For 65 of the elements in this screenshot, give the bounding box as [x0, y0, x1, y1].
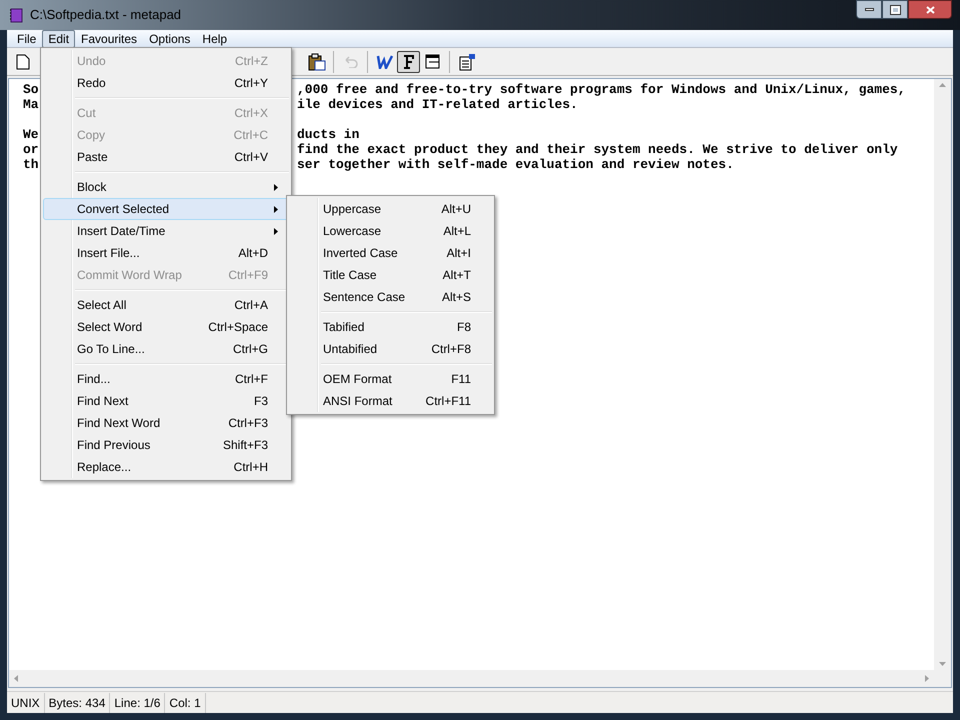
text-line: ,000 free and free-to-try software programs for Windows and Unix/Linux, games, — [297, 82, 906, 97]
notepad-icon — [8, 7, 24, 23]
scroll-up-icon — [939, 83, 946, 87]
menu-item[interactable]: Redo Ctrl+Y — [43, 72, 289, 94]
menu-item[interactable]: Replace... Ctrl+H — [43, 456, 289, 478]
text-line: ser together with self-made evaluation and review notes. — [297, 157, 734, 172]
toolbar-button[interactable] — [397, 50, 420, 72]
menu-item[interactable]: Insert File... Alt+D — [43, 242, 289, 264]
text-line: ile devices and IT-related articles. — [297, 97, 578, 112]
undo-arrow-icon — [342, 56, 358, 68]
clipboard-icon — [308, 52, 326, 70]
menu-item[interactable]: Inverted Case Alt+I — [289, 242, 492, 264]
submenu-arrow-icon — [274, 184, 278, 190]
menu-bar-item[interactable]: Edit — [42, 30, 76, 48]
menu-bar-item[interactable]: File — [11, 30, 42, 48]
text-line: ducts in — [297, 127, 360, 142]
text-line: Ma — [23, 97, 39, 112]
menu-item[interactable]: Find Previous Shift+F3 — [43, 434, 289, 456]
menu-item[interactable]: Tabified F8 — [289, 316, 492, 338]
menu-item[interactable]: Sentence Case Alt+S — [289, 286, 492, 308]
menu-item[interactable]: Go To Line... Ctrl+G — [43, 338, 289, 360]
text-line: find the exact product they and their system needs. We strive to deliver only — [297, 142, 898, 157]
menu-item[interactable]: Uppercase Alt+U — [289, 198, 492, 220]
menu-item[interactable]: Select Word Ctrl+Space — [43, 316, 289, 338]
text-line: or — [23, 142, 39, 157]
minimize-button[interactable] — [856, 0, 882, 19]
text-line: So — [23, 82, 39, 97]
status-pane: Bytes: 434 — [44, 692, 110, 712]
menu-item[interactable]: Title Case Alt+T — [289, 264, 492, 286]
menu-item[interactable]: ANSI Format Ctrl+F11 — [289, 390, 492, 412]
status-pane: Line: 1/6 — [110, 692, 166, 712]
horizontal-scrollbar[interactable] — [9, 670, 934, 687]
menu-item[interactable]: Find Next Word Ctrl+F3 — [43, 412, 289, 434]
menu-item[interactable]: Convert Selected — [43, 198, 289, 220]
settings-icon — [458, 52, 476, 70]
menu-bar-item[interactable]: Favourites — [75, 30, 144, 48]
bold-f-icon — [402, 54, 416, 70]
menu-item[interactable]: Find... Ctrl+F — [43, 368, 289, 390]
status-pane: Col: 1 — [165, 692, 206, 712]
close-button[interactable] — [908, 0, 952, 19]
menu-item[interactable]: Paste Ctrl+V — [43, 146, 289, 168]
menu-bar-item[interactable]: Options — [143, 30, 196, 48]
submenu-arrow-icon — [274, 228, 278, 234]
status-pane: UNIX — [7, 692, 45, 712]
text-line: We — [23, 127, 39, 142]
menu-item[interactable]: Untabified Ctrl+F8 — [289, 338, 492, 360]
window-title: C:\Softpedia.txt - metapad — [30, 6, 182, 24]
close-icon — [926, 6, 934, 14]
menu-bar-item[interactable]: Help — [196, 30, 234, 48]
vertical-scrollbar[interactable] — [934, 79, 951, 670]
text-line: th — [23, 157, 39, 172]
menu-item[interactable]: Insert Date/Time — [43, 220, 289, 242]
maximize-button[interactable] — [882, 0, 908, 19]
menu-item[interactable]: Find Next F3 — [43, 390, 289, 412]
scroll-left-icon — [14, 675, 18, 682]
menu-item[interactable]: Block — [43, 176, 289, 198]
submenu-arrow-icon — [274, 206, 278, 212]
new-document-icon — [16, 54, 30, 70]
menu-item[interactable]: Select All Ctrl+A — [43, 294, 289, 316]
menu-item[interactable]: OEM Format F11 — [289, 368, 492, 390]
scroll-right-icon — [925, 675, 929, 682]
menu-item[interactable]: Lowercase Alt+L — [289, 220, 492, 242]
window-icon — [424, 54, 440, 70]
italic-w-icon — [376, 54, 394, 68]
scroll-down-icon — [939, 662, 946, 666]
